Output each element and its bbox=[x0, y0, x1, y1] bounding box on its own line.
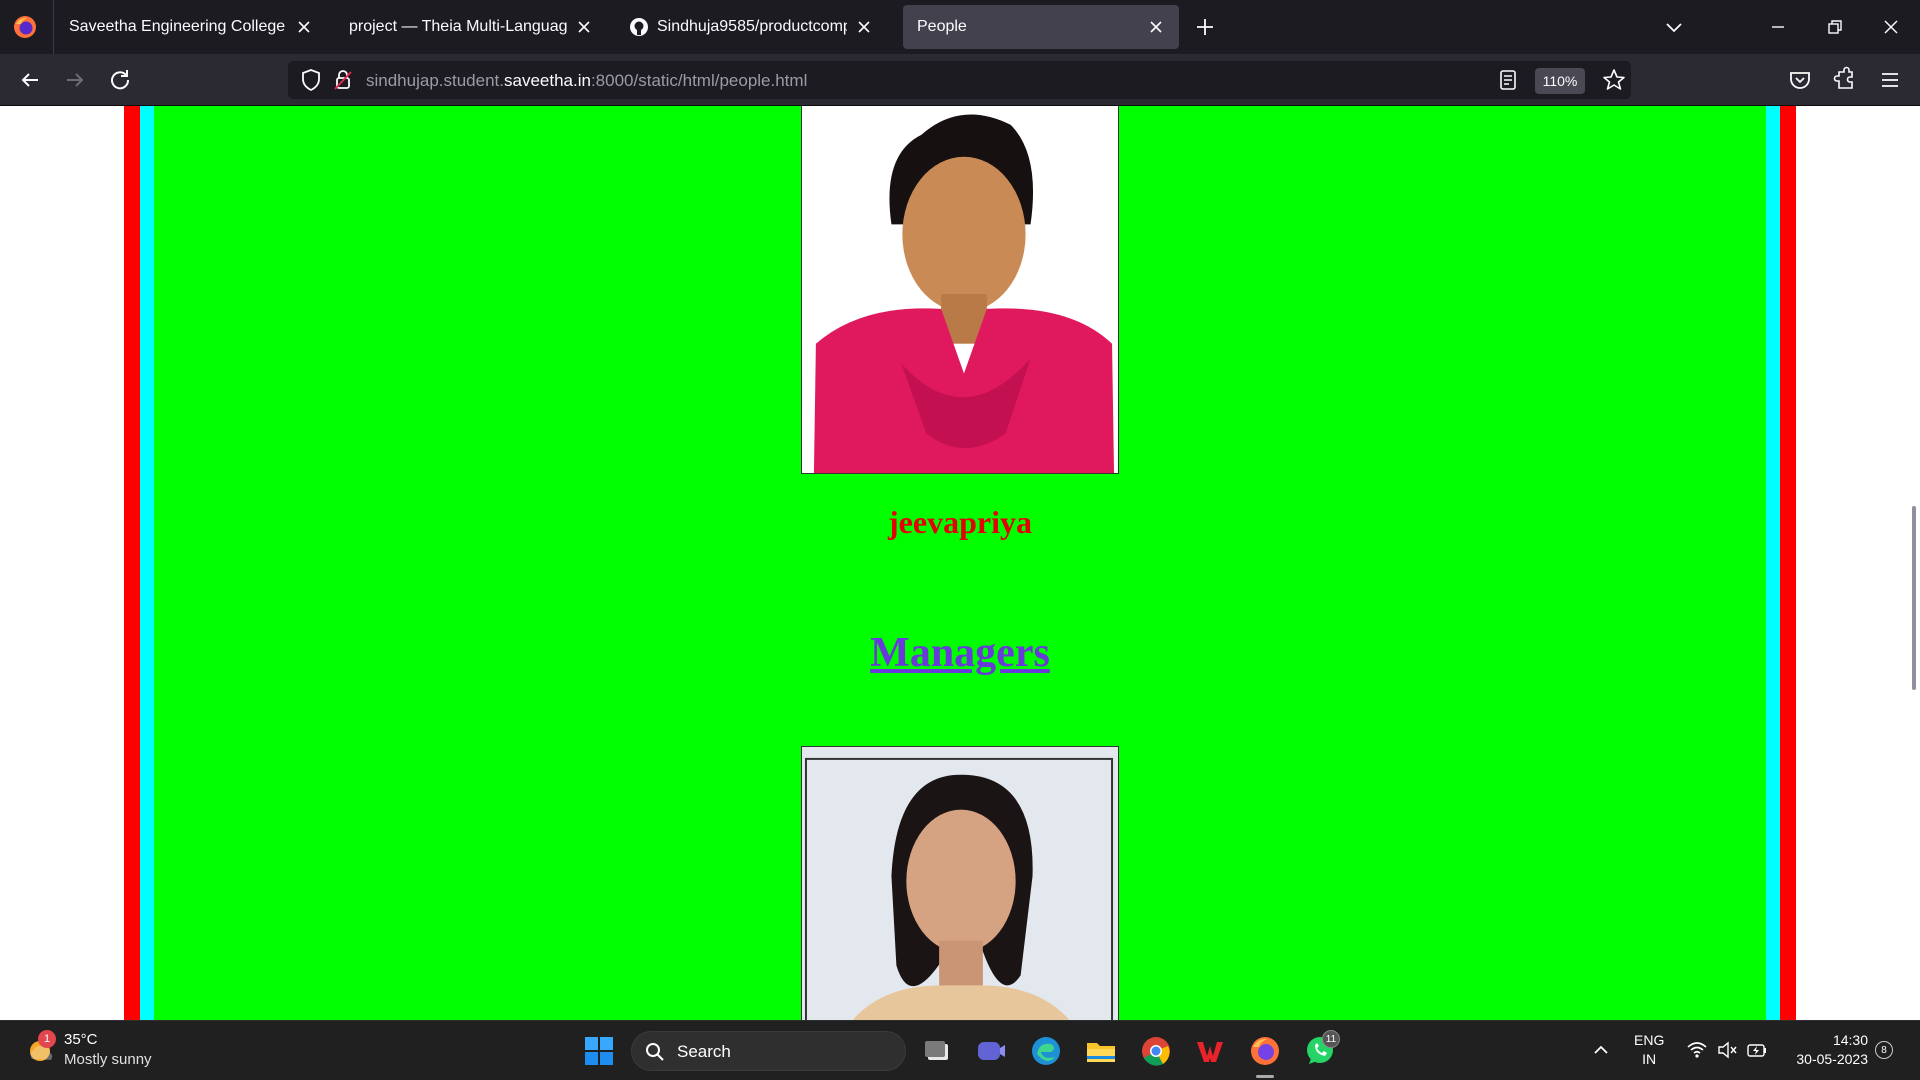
zoom-level-button[interactable]: 110% bbox=[1535, 68, 1585, 94]
wifi-icon[interactable] bbox=[1686, 1039, 1708, 1061]
windows-start-icon[interactable] bbox=[582, 1034, 616, 1068]
forward-icon[interactable] bbox=[61, 66, 89, 94]
cyan-border-left bbox=[140, 106, 154, 1020]
weather-temp[interactable]: 35°C bbox=[64, 1031, 98, 1048]
weather-badge: 1 bbox=[38, 1030, 56, 1048]
insecure-lock-icon[interactable] bbox=[330, 67, 356, 93]
search-icon bbox=[646, 1043, 664, 1061]
tab-bar: Saveetha Engineering College project — T… bbox=[0, 0, 1920, 54]
volume-muted-icon[interactable] bbox=[1716, 1039, 1738, 1061]
url-prefix: sindhujap.student. bbox=[366, 71, 504, 90]
reader-view-icon[interactable] bbox=[1496, 68, 1520, 92]
close-tab-icon[interactable] bbox=[295, 18, 313, 36]
language-indicator[interactable]: ENG IN bbox=[1634, 1031, 1664, 1069]
teams-chat-icon[interactable] bbox=[974, 1034, 1008, 1068]
firefox-menu-icon[interactable] bbox=[12, 14, 38, 40]
nav-toolbar: sindhujap.student.saveetha.in:8000/stati… bbox=[0, 54, 1920, 106]
tab-saveetha[interactable]: Saveetha Engineering College bbox=[55, 5, 327, 49]
page-viewport[interactable]: jeevapriya Managers bbox=[0, 106, 1920, 1020]
close-tab-icon[interactable] bbox=[1147, 18, 1165, 36]
language-code: ENG bbox=[1634, 1032, 1665, 1048]
chevron-up-icon[interactable] bbox=[1590, 1039, 1612, 1061]
red-border-left bbox=[124, 106, 140, 1020]
tab-title: Saveetha Engineering College bbox=[69, 18, 286, 35]
url-domain: saveetha.in bbox=[504, 71, 591, 90]
wps-office-icon[interactable] bbox=[1193, 1034, 1227, 1068]
person-photo bbox=[801, 746, 1119, 1020]
taskbar: 1 35°C Mostly sunny Search 11 ENG IN 14:… bbox=[0, 1020, 1920, 1080]
url-path: :8000/static/html/people.html bbox=[590, 71, 808, 90]
back-icon[interactable] bbox=[16, 66, 44, 94]
firefox-active-indicator bbox=[1256, 1075, 1274, 1078]
cyan-border-right bbox=[1766, 106, 1780, 1020]
clock-time: 14:30 bbox=[1832, 1032, 1868, 1048]
github-icon bbox=[630, 18, 648, 36]
tab-github[interactable]: Sindhuja9585/productcompany bbox=[615, 5, 887, 49]
battery-charging-icon[interactable] bbox=[1746, 1039, 1768, 1061]
whatsapp-badge: 11 bbox=[1322, 1030, 1340, 1048]
edge-icon[interactable] bbox=[1029, 1034, 1063, 1068]
tab-separator bbox=[53, 0, 54, 54]
person-photo bbox=[801, 106, 1119, 474]
minimize-icon[interactable] bbox=[1766, 15, 1790, 39]
extensions-icon[interactable] bbox=[1831, 66, 1859, 94]
person-name: jeevapriya bbox=[888, 504, 1032, 540]
restore-icon[interactable] bbox=[1823, 15, 1847, 39]
tab-title: People bbox=[917, 18, 967, 35]
list-all-tabs-icon[interactable] bbox=[1662, 15, 1686, 39]
tab-title: Sindhuja9585/productcompany bbox=[657, 18, 847, 35]
pocket-icon[interactable] bbox=[1786, 66, 1814, 94]
url-text[interactable]: sindhujap.student.saveetha.in:8000/stati… bbox=[366, 71, 807, 91]
language-region: IN bbox=[1642, 1051, 1657, 1067]
task-view-icon[interactable] bbox=[920, 1034, 954, 1068]
portrait-image bbox=[802, 747, 1118, 1020]
notification-count-badge[interactable]: 8 bbox=[1875, 1041, 1893, 1059]
firefox-taskbar-icon[interactable] bbox=[1248, 1034, 1282, 1068]
tab-people[interactable]: People bbox=[903, 5, 1179, 49]
portrait-image bbox=[802, 106, 1118, 473]
close-window-icon[interactable] bbox=[1879, 15, 1903, 39]
close-tab-icon[interactable] bbox=[575, 18, 593, 36]
chrome-icon[interactable] bbox=[1139, 1034, 1173, 1068]
taskbar-search[interactable]: Search bbox=[631, 1031, 906, 1071]
section-heading-managers[interactable]: Managers bbox=[760, 629, 1160, 677]
bookmark-star-icon[interactable] bbox=[1601, 67, 1627, 93]
clock-date: 30-05-2023 bbox=[1796, 1051, 1868, 1067]
close-tab-icon[interactable] bbox=[855, 18, 873, 36]
hamburger-menu-icon[interactable] bbox=[1876, 66, 1904, 94]
shield-icon[interactable] bbox=[298, 67, 324, 93]
search-label: Search bbox=[677, 1042, 731, 1061]
red-border-right bbox=[1780, 106, 1796, 1020]
system-clock[interactable]: 14:30 30-05-2023 bbox=[1782, 1031, 1868, 1069]
reload-icon[interactable] bbox=[106, 66, 134, 94]
tab-title: project — Theia Multi-Language Ex bbox=[349, 18, 567, 35]
new-tab-icon[interactable] bbox=[1193, 15, 1217, 39]
weather-condition[interactable]: Mostly sunny bbox=[64, 1051, 152, 1068]
tab-theia[interactable]: project — Theia Multi-Language Ex bbox=[335, 5, 607, 49]
scrollbar-thumb[interactable] bbox=[1912, 506, 1916, 690]
address-bar[interactable]: sindhujap.student.saveetha.in:8000/stati… bbox=[288, 61, 1631, 99]
file-explorer-icon[interactable] bbox=[1084, 1034, 1118, 1068]
